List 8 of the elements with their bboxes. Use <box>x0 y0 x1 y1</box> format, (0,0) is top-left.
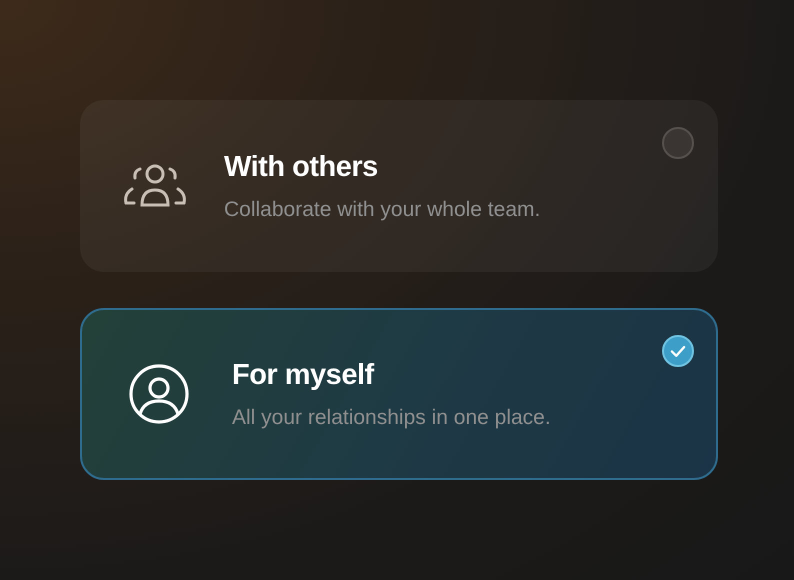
option-card[interactable]: For myself All your relationships in one place. <box>80 308 718 480</box>
radio-button[interactable] <box>662 127 694 159</box>
option-title: For myself <box>232 358 376 392</box>
option-title: With others <box>224 150 379 184</box>
option-card[interactable]: With others Collaborate with your whole team. <box>80 100 718 272</box>
option-description: All your relationships in one place. <box>232 406 551 430</box>
check-icon[interactable] <box>662 335 694 367</box>
option-description: Collaborate with your whole team. <box>224 198 540 222</box>
